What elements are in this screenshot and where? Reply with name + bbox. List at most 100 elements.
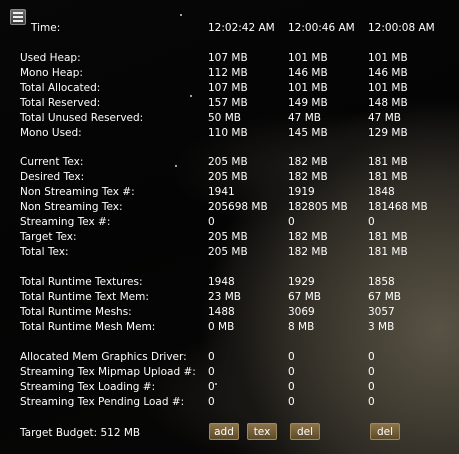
time-column-2: 12:00:46 AM <box>288 22 355 34</box>
stat-label: Streaming Tex #: <box>20 216 111 228</box>
stat-value: 0 <box>208 366 215 378</box>
stat-value: 3057 <box>368 306 395 318</box>
stat-value: 181 MB <box>368 246 408 258</box>
stat-value: 182 MB <box>288 156 328 168</box>
stat-value: 0 <box>288 366 295 378</box>
stat-value: 1488 <box>208 306 235 318</box>
stat-value: 0 <box>208 396 215 408</box>
time-column-3: 12:00:08 AM <box>368 22 435 34</box>
stat-value: 157 MB <box>208 97 248 109</box>
star-decoration <box>175 165 177 167</box>
stat-value: 0 <box>288 351 295 363</box>
stat-value: 205 MB <box>208 171 248 183</box>
stat-label: Total Unused Reserved: <box>20 112 144 124</box>
stat-label: Total Reserved: <box>20 97 101 109</box>
stat-label: Streaming Tex Loading #: <box>20 381 156 393</box>
stat-value: 0 <box>208 351 215 363</box>
stat-value: 0 <box>288 381 295 393</box>
stat-label: Current Tex: <box>20 156 84 168</box>
stat-value: 205698 MB <box>208 201 268 213</box>
stat-value: 101 MB <box>368 82 408 94</box>
stat-label: Total Runtime Textures: <box>20 276 143 288</box>
stat-value: 107 MB <box>208 52 248 64</box>
stat-label: Non Streaming Tex: <box>20 201 123 213</box>
stat-value: 23 MB <box>208 291 241 303</box>
stat-label: Streaming Tex Pending Load #: <box>20 396 185 408</box>
stat-value: 107 MB <box>208 82 248 94</box>
del-button-column-3[interactable]: del <box>370 423 400 440</box>
stat-label: Used Heap: <box>20 52 81 64</box>
stat-value: 148 MB <box>368 97 408 109</box>
stat-value: 129 MB <box>368 127 408 139</box>
stat-value: 1948 <box>208 276 235 288</box>
stat-value: 101 MB <box>368 52 408 64</box>
hamburger-menu-icon-bar <box>13 20 23 22</box>
stat-value: 181468 MB <box>368 201 428 213</box>
stat-value: 1858 <box>368 276 395 288</box>
stat-value: 112 MB <box>208 67 248 79</box>
stat-value: 101 MB <box>288 52 328 64</box>
stat-value: 1929 <box>288 276 315 288</box>
stat-value: 1941 <box>208 186 235 198</box>
stat-label: Mono Heap: <box>20 67 83 79</box>
time-column-1: 12:02:42 AM <box>208 22 275 34</box>
stat-value: 0 <box>368 351 375 363</box>
stat-label: Total Allocated: <box>20 82 101 94</box>
stat-value: 181 MB <box>368 156 408 168</box>
stat-value: 145 MB <box>288 127 328 139</box>
stat-value: 0 <box>368 366 375 378</box>
stat-label: Mono Used: <box>20 127 82 139</box>
stat-value: 182 MB <box>288 246 328 258</box>
stat-value: 0 MB <box>208 321 235 333</box>
stat-value: 0 <box>368 381 375 393</box>
star-decoration <box>215 383 217 385</box>
stat-label: Streaming Tex Mipmap Upload #: <box>20 366 196 378</box>
add-button[interactable]: add <box>209 423 239 440</box>
del-button[interactable]: del <box>290 423 320 440</box>
stat-label: Desired Tex: <box>20 171 85 183</box>
target-budget-label: Target Budget: 512 MB <box>20 427 141 439</box>
stat-value: 182 MB <box>288 231 328 243</box>
stat-value: 8 MB <box>288 321 315 333</box>
stat-value: 67 MB <box>368 291 401 303</box>
memory-stats-panel: Time: 12:02:42 AM 12:00:46 AM 12:00:08 A… <box>0 0 459 454</box>
stat-value: 0 <box>208 216 215 228</box>
stat-value: 47 MB <box>288 112 321 124</box>
star-decoration <box>180 14 182 16</box>
menu-button[interactable] <box>10 9 26 25</box>
stat-value: 1848 <box>368 186 395 198</box>
stat-value: 205 MB <box>208 156 248 168</box>
stat-value: 110 MB <box>208 127 248 139</box>
stat-value: 1919 <box>288 186 315 198</box>
stat-value: 3069 <box>288 306 315 318</box>
stat-label: Total Runtime Meshs: <box>20 306 132 318</box>
stat-value: 50 MB <box>208 112 241 124</box>
stat-label: Total Runtime Text Mem: <box>20 291 149 303</box>
stat-value: 182 MB <box>288 171 328 183</box>
stat-value: 146 MB <box>288 67 328 79</box>
time-label: Time: <box>31 22 61 34</box>
hamburger-menu-icon <box>13 12 23 14</box>
star-decoration <box>190 95 192 97</box>
stat-label: Target Tex: <box>20 231 77 243</box>
stat-label: Total Tex: <box>20 246 69 258</box>
stat-value: 181 MB <box>368 171 408 183</box>
stat-value: 0 <box>368 216 375 228</box>
stat-value: 205 MB <box>208 231 248 243</box>
tex-button[interactable]: tex <box>247 423 277 440</box>
stat-value: 149 MB <box>288 97 328 109</box>
stat-value: 0 <box>208 381 215 393</box>
stat-value: 0 <box>288 216 295 228</box>
stat-value: 182805 MB <box>288 201 348 213</box>
stat-value: 47 MB <box>368 112 401 124</box>
stat-value: 0 <box>368 396 375 408</box>
stat-label: Non Streaming Tex #: <box>20 186 135 198</box>
stat-label: Allocated Mem Graphics Driver: <box>20 351 187 363</box>
stat-value: 205 MB <box>208 246 248 258</box>
stat-value: 67 MB <box>288 291 321 303</box>
stat-value: 3 MB <box>368 321 395 333</box>
stat-value: 181 MB <box>368 231 408 243</box>
hamburger-menu-icon-bar <box>13 16 23 18</box>
stat-value: 146 MB <box>368 67 408 79</box>
stat-value: 0 <box>288 396 295 408</box>
